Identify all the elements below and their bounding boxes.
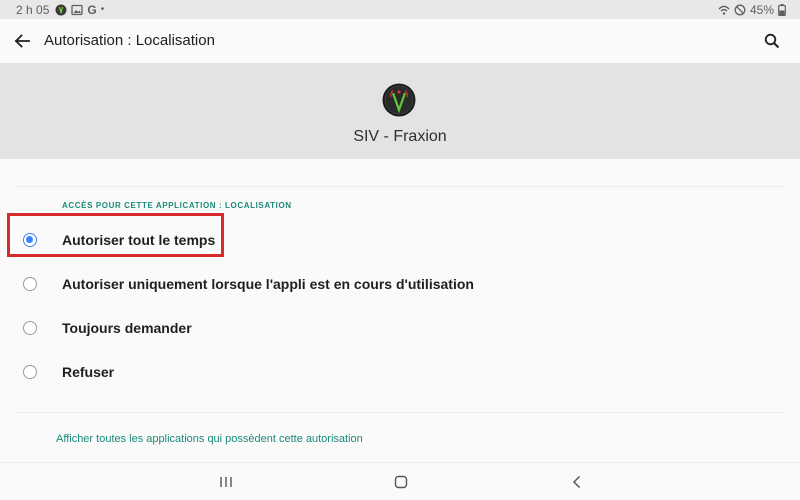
battery-percent: 45% <box>749 2 774 17</box>
home-button[interactable] <box>391 472 411 492</box>
app-notification-icon <box>55 4 67 16</box>
app-name: SIV - Fraxion <box>353 128 447 145</box>
radio-button[interactable] <box>23 321 37 335</box>
navigation-bar <box>0 463 800 500</box>
app-logo-icon <box>382 83 416 117</box>
option-deny[interactable]: Refuser <box>0 352 800 392</box>
status-left: 2 h 05 G • <box>16 2 104 17</box>
status-right: 45% <box>718 2 790 17</box>
recent-apps-icon <box>220 477 232 487</box>
more-notifications-dot: • <box>100 4 105 15</box>
option-label: Toujours demander <box>62 320 192 336</box>
option-label: Refuser <box>62 364 115 380</box>
radio-button-selected[interactable] <box>23 233 37 247</box>
page-title: Autorisation : Localisation <box>44 32 215 49</box>
option-allow-all-the-time[interactable]: Autoriser tout le temps <box>0 220 800 260</box>
search-icon <box>764 33 780 49</box>
google-icon: G <box>87 2 97 17</box>
section-header: ACCÈS POUR CETTE APPLICATION : LOCALISAT… <box>62 201 292 210</box>
option-allow-while-in-use[interactable]: Autoriser uniquement lorsque l'appli est… <box>0 264 800 304</box>
divider <box>14 186 786 187</box>
wifi-icon <box>718 4 730 16</box>
back-button[interactable] <box>10 29 34 53</box>
status-bar: 2 h 05 G • 45% <box>0 0 800 19</box>
image-icon <box>71 4 84 16</box>
search-button[interactable] <box>760 29 784 53</box>
option-always-ask[interactable]: Toujours demander <box>0 308 800 348</box>
recent-apps-button[interactable] <box>216 472 236 492</box>
app-bar: Autorisation : Localisation <box>0 19 800 63</box>
back-nav-button[interactable] <box>567 472 587 492</box>
radio-button[interactable] <box>23 277 37 291</box>
arrow-left-icon <box>14 34 30 48</box>
option-label: Autoriser tout le temps <box>62 232 216 248</box>
battery-icon <box>778 3 790 16</box>
radio-button[interactable] <box>23 365 37 379</box>
see-all-apps-link[interactable]: Afficher toutes les applications qui pos… <box>56 433 363 445</box>
option-label: Autoriser uniquement lorsque l'appli est… <box>62 276 474 292</box>
home-icon <box>394 475 408 489</box>
app-header: SIV - Fraxion <box>0 63 800 159</box>
screen: 2 h 05 G • 45% Autorisation: Localisati… <box>0 0 800 500</box>
divider <box>14 412 786 413</box>
chevron-left-icon <box>572 475 581 489</box>
do-not-disturb-icon <box>734 4 746 16</box>
status-time: 2 h 05 <box>16 2 50 17</box>
